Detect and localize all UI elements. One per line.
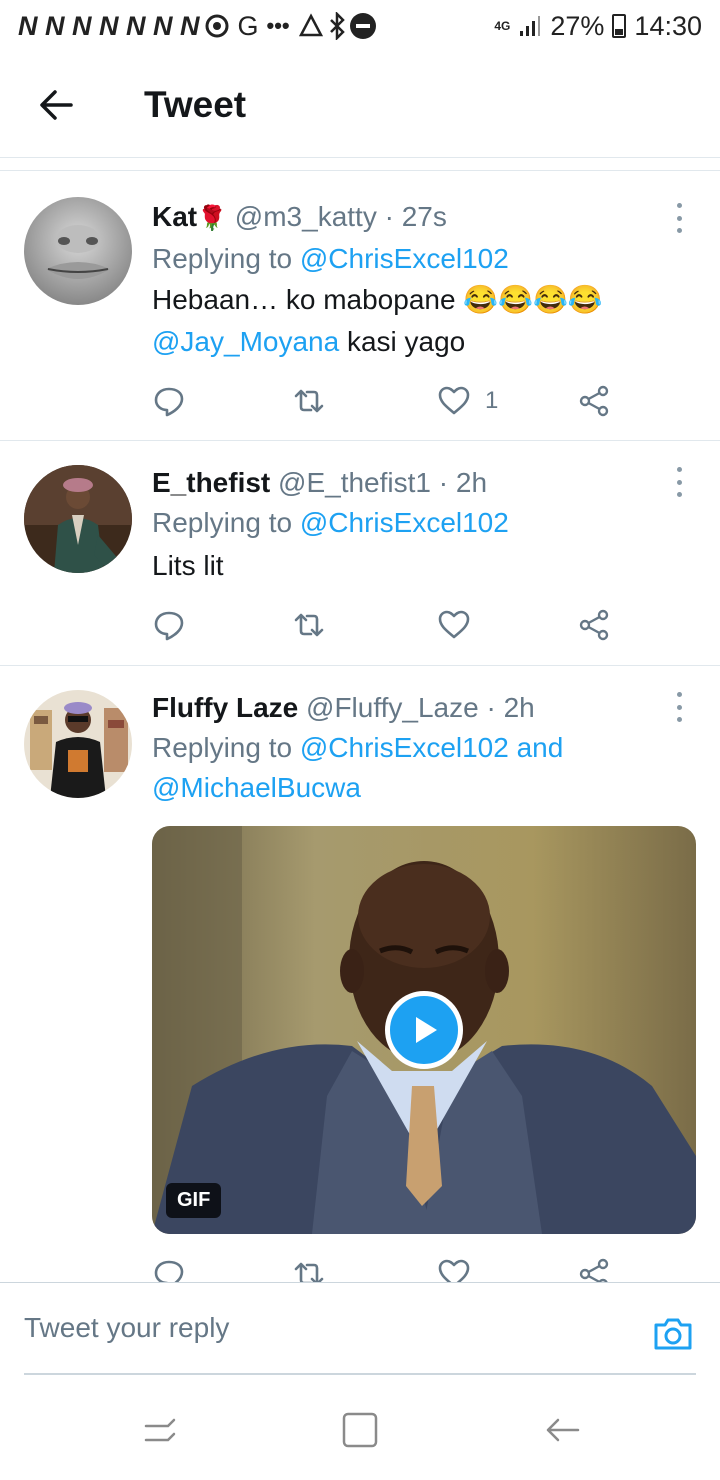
mention-link[interactable]: @Jay_Moyana — [152, 326, 339, 357]
share-icon — [579, 609, 609, 641]
clock: 14:30 — [634, 10, 702, 41]
composer-underline — [24, 1373, 696, 1375]
replying-to-label: Replying to — [152, 507, 300, 538]
reply-button[interactable] — [152, 605, 186, 645]
replying-to-link[interactable]: @ChrisExcel102 and — [300, 732, 563, 763]
avatar[interactable] — [24, 465, 132, 573]
tweet-text-rest: kasi yago — [339, 326, 466, 357]
share-button[interactable] — [577, 605, 611, 645]
tweet-time: · 2h — [486, 692, 535, 723]
like-count: 1 — [485, 387, 499, 414]
battery-percent: 27% — [550, 10, 605, 41]
tweet-text-line: @Jay_Moyana kasi yago — [152, 321, 680, 363]
tweet-time: · 2h — [438, 467, 488, 498]
status-bar: N N N N N N N G ••• 4G 27% 14:30 — [0, 0, 720, 52]
replying-to: Replying to @ChrisExcel102 — [152, 503, 680, 543]
author-name[interactable]: E_thefist — [152, 467, 270, 498]
system-icons: 4G 27% 14:30 — [494, 11, 702, 42]
replying-to: Replying to @ChrisExcel102 — [152, 239, 680, 279]
more-vertical-icon[interactable] — [672, 692, 686, 722]
gif-media[interactable]: GIF — [152, 826, 696, 1234]
author-handle[interactable]: @m3_katty — [235, 201, 377, 232]
share-button[interactable] — [577, 381, 611, 421]
share-icon — [579, 385, 609, 417]
tweet-content: E_thefist @E_thefist1 · 2h Replying to @… — [152, 463, 680, 587]
tweet-text: Lits lit — [152, 550, 224, 581]
signal-icon — [520, 16, 541, 36]
do-not-disturb-icon — [349, 13, 376, 39]
replying-to: Replying to @ChrisExcel102 and — [152, 728, 680, 768]
avatar[interactable] — [24, 197, 132, 305]
tweet-header: E_thefist @E_thefist1 · 2h — [152, 463, 680, 503]
nfc-icon — [298, 13, 323, 37]
recent-apps-button[interactable] — [138, 1408, 182, 1452]
retweet-icon — [294, 613, 324, 637]
page-title: Tweet — [144, 83, 247, 125]
rose-emoji: 🌹 — [197, 205, 228, 232]
play-button[interactable] — [385, 991, 463, 1069]
tweet-text: Hebaan… ko mabopane 😂😂😂😂 @Jay_Moyana kas… — [152, 279, 680, 363]
g-notification-label: G — [237, 10, 259, 41]
tweet-fluffy-laze[interactable]: Fluffy Laze @Fluffy_Laze · 2h Replying t… — [0, 666, 720, 1290]
tweet-e-thefist[interactable]: E_thefist @E_thefist1 · 2h Replying to @… — [0, 441, 720, 666]
tweet-content: Kat🌹 @m3_katty · 27s Replying to @ChrisE… — [152, 197, 680, 363]
play-icon — [416, 1017, 437, 1043]
more-vertical-icon[interactable] — [672, 467, 686, 497]
app-header: Tweet — [0, 52, 720, 158]
notification-icons: N N N N N N N G ••• — [18, 11, 376, 42]
system-back-button[interactable] — [540, 1408, 584, 1452]
author-name[interactable]: Fluffy Laze — [152, 692, 298, 723]
retweet-button[interactable] — [292, 605, 326, 645]
retweet-icon — [294, 389, 324, 413]
home-button[interactable] — [338, 1408, 382, 1452]
camera-icon — [654, 1318, 692, 1350]
like-button[interactable] — [437, 605, 471, 645]
location-icon — [205, 14, 228, 38]
like-button[interactable]: 1 — [437, 381, 498, 421]
tweet-text-line: Hebaan… ko mabopane 😂😂😂😂 — [152, 284, 603, 315]
replying-to-cont: @MichaelBucwa — [152, 768, 680, 808]
system-back-icon — [546, 1418, 580, 1442]
replying-to-link[interactable]: @MichaelBucwa — [152, 772, 361, 803]
tweet-actions — [152, 605, 622, 645]
replying-to-label: Replying to — [152, 732, 300, 763]
tweet-header: Kat🌹 @m3_katty · 27s — [152, 197, 680, 239]
more-notifications-icon: ••• — [266, 13, 290, 38]
retweet-button[interactable] — [292, 381, 326, 421]
network-type: 4G — [494, 19, 511, 33]
tweet-header: Fluffy Laze @Fluffy_Laze · 2h — [152, 688, 680, 728]
reply-composer — [0, 1282, 720, 1378]
recent-apps-icon — [144, 1418, 176, 1442]
author-name[interactable]: Kat — [152, 201, 197, 232]
notification-letters: N N N N N N N — [18, 10, 200, 41]
tweet-kat[interactable]: Kat🌹 @m3_katty · 27s Replying to @ChrisE… — [0, 171, 720, 441]
reply-icon — [154, 387, 184, 417]
system-nav-bar — [0, 1378, 720, 1480]
author-handle[interactable]: @Fluffy_Laze — [306, 692, 479, 723]
replying-to-label: Replying to — [152, 243, 300, 274]
bluetooth-icon — [329, 12, 345, 40]
more-vertical-icon[interactable] — [672, 203, 686, 233]
reply-button[interactable] — [152, 381, 186, 421]
back-button[interactable] — [28, 77, 84, 133]
author-handle[interactable]: @E_thefist1 — [278, 467, 431, 498]
battery-icon — [612, 14, 627, 38]
heart-icon — [438, 610, 470, 639]
arrow-left-icon — [40, 89, 73, 120]
reply-input[interactable] — [24, 1283, 624, 1373]
tweet-content: Fluffy Laze @Fluffy_Laze · 2h Replying t… — [152, 688, 680, 808]
reply-icon — [154, 611, 184, 641]
home-icon — [342, 1412, 378, 1448]
replying-to-link[interactable]: @ChrisExcel102 — [300, 507, 509, 538]
camera-button[interactable] — [652, 1313, 694, 1355]
tweet-actions: 1 — [152, 381, 622, 421]
replying-to-link[interactable]: @ChrisExcel102 — [300, 243, 509, 274]
avatar[interactable] — [24, 690, 132, 798]
gif-badge: GIF — [166, 1183, 222, 1218]
heart-icon — [438, 386, 470, 415]
tweet-time: · 27s — [384, 201, 447, 232]
